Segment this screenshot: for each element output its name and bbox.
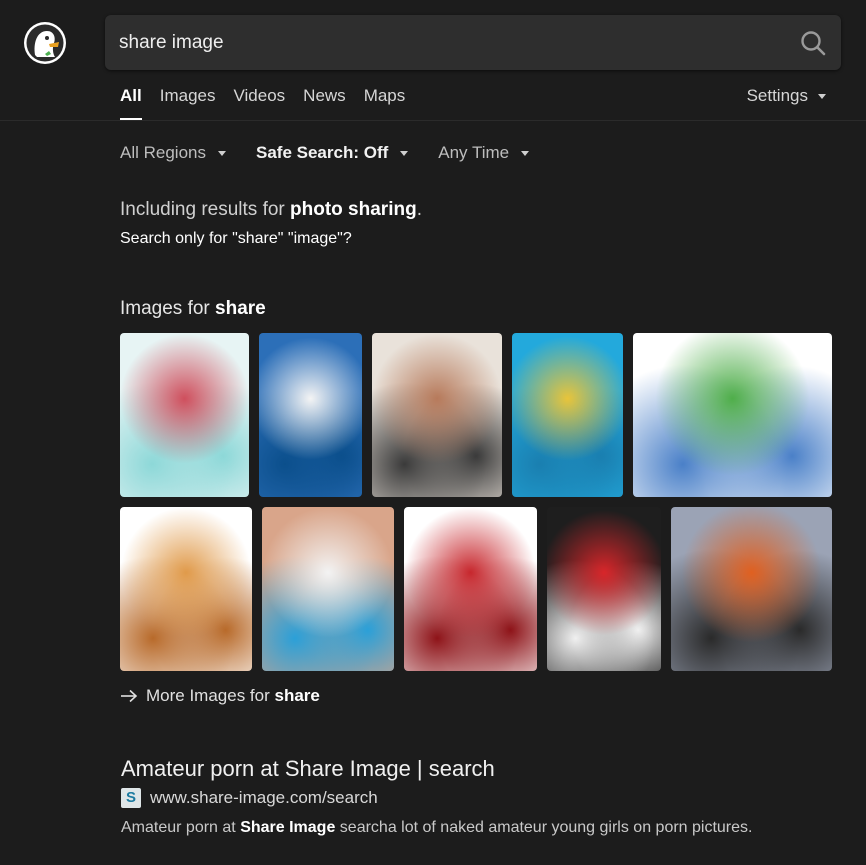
including-term[interactable]: photo sharing: [290, 199, 417, 220]
search-only-suggestion: Search only for "share" "image"?: [120, 230, 352, 248]
caret-down-icon: [400, 150, 409, 156]
images-heading-term: share: [215, 298, 266, 319]
image-thumbnail[interactable]: [120, 507, 252, 671]
time-filter[interactable]: Any Time: [438, 143, 530, 163]
snippet-bold: Share Image: [240, 819, 336, 836]
search-only-prefix: Search only for: [120, 230, 228, 247]
image-thumbnail[interactable]: [547, 507, 661, 671]
tab-videos[interactable]: Videos: [233, 86, 285, 120]
search-only-suffix: ?: [342, 230, 352, 247]
image-thumbnail[interactable]: [671, 507, 832, 671]
image-thumbnail[interactable]: [259, 333, 362, 497]
tab-maps[interactable]: Maps: [364, 86, 406, 120]
region-filter[interactable]: All Regions: [120, 143, 226, 163]
nav-tabs: All Images Videos News Maps: [120, 86, 405, 120]
search-input[interactable]: [119, 15, 769, 70]
more-images-term: share: [274, 686, 320, 705]
more-images-link[interactable]: More Images for share: [120, 686, 320, 706]
including-prefix: Including results for: [120, 199, 285, 220]
result-url-row: S www.share-image.com/search: [121, 788, 378, 808]
image-thumbnail[interactable]: [633, 333, 832, 497]
image-thumbnail[interactable]: [404, 507, 537, 671]
site-favicon-icon: S: [121, 788, 141, 808]
result-url[interactable]: www.share-image.com/search: [150, 788, 378, 808]
images-module-heading[interactable]: Images for share: [120, 298, 266, 320]
caret-down-icon: [218, 150, 226, 156]
time-filter-label: Any Time: [438, 143, 510, 162]
more-images-prefix: More Images for: [146, 686, 270, 705]
safe-search-label: Safe Search: Off: [256, 143, 389, 162]
arrow-right-icon: [121, 689, 138, 703]
images-heading-prefix: Images for: [120, 298, 210, 319]
snippet-prefix: Amateur porn at: [121, 819, 236, 836]
result-snippet: Amateur porn at Share Image searcha lot …: [121, 819, 752, 837]
snippet-suffix: searcha lot of naked amateur young girls…: [339, 819, 753, 836]
result-title-link[interactable]: Amateur porn at Share Image | search: [121, 756, 495, 782]
image-thumbnail[interactable]: [262, 507, 394, 671]
safe-search-filter[interactable]: Safe Search: Off: [256, 143, 409, 163]
search-box: [105, 15, 841, 70]
filters-bar: All Regions Safe Search: Off Any Time: [120, 143, 530, 163]
search-icon[interactable]: [799, 29, 827, 57]
caret-down-icon: [521, 150, 530, 156]
image-thumbnail[interactable]: [512, 333, 623, 497]
including-results-notice: Including results for photo sharing.: [120, 199, 422, 221]
header: All Images Videos News Maps Settings: [0, 0, 866, 121]
tab-all[interactable]: All: [120, 86, 142, 120]
including-suffix: .: [416, 199, 422, 220]
caret-down-icon: [818, 93, 826, 99]
duckduckgo-logo[interactable]: [23, 21, 67, 65]
image-thumbnail[interactable]: [372, 333, 502, 497]
image-thumbnail[interactable]: [120, 333, 249, 497]
tab-news[interactable]: News: [303, 86, 346, 120]
tab-images[interactable]: Images: [160, 86, 216, 120]
settings-label: Settings: [746, 86, 808, 105]
settings-dropdown[interactable]: Settings: [747, 86, 826, 106]
region-filter-label: All Regions: [120, 143, 206, 162]
search-only-link[interactable]: "share" "image": [232, 230, 343, 247]
